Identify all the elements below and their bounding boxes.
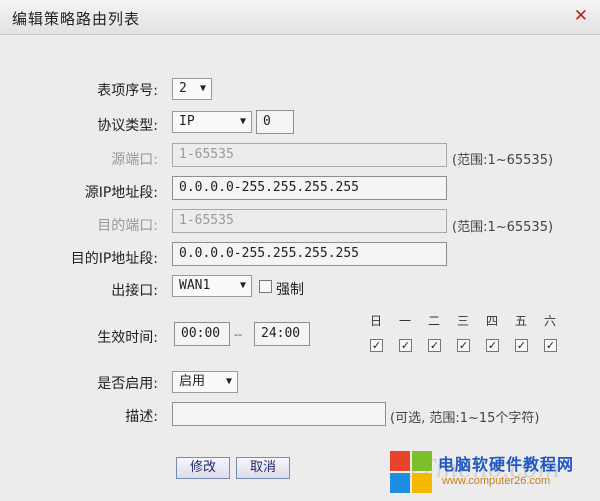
src-port-hint: (范围:1~65535): [452, 153, 554, 168]
modify-button[interactable]: 修改: [176, 457, 230, 479]
protocol-value: IP: [179, 114, 195, 129]
time-label: 生效时间:: [97, 330, 158, 346]
time-separator: --: [234, 328, 242, 341]
windows-logo-icon: [390, 451, 432, 493]
chevron-down-icon: ▼: [239, 116, 246, 127]
dst-port-label: 目的端口:: [97, 218, 158, 234]
protocol-label: 协议类型:: [97, 118, 158, 134]
watermark-title: 电脑软硬件教程网: [438, 455, 575, 474]
protocol-select[interactable]: IP ▼: [172, 111, 252, 133]
watermark-url: www.computer26.com: [442, 475, 551, 487]
day-checkbox-4[interactable]: ✓: [486, 339, 499, 352]
index-label: 表项序号:: [97, 83, 158, 99]
day-label-2: 二: [427, 314, 440, 328]
desc-hint: (可选, 范围:1~15个字符): [390, 411, 540, 426]
cancel-button[interactable]: 取消: [236, 457, 290, 479]
day-label-3: 三: [456, 314, 469, 328]
dst-port-input[interactable]: 1-65535: [172, 209, 447, 233]
dst-port-hint: (范围:1~65535): [452, 220, 554, 235]
desc-label: 描述:: [125, 409, 158, 425]
chevron-down-icon: ▼: [199, 83, 206, 94]
day-checkbox-3[interactable]: ✓: [457, 339, 470, 352]
out-iface-value: WAN1: [179, 278, 211, 293]
day-checkbox-0[interactable]: ✓: [370, 339, 383, 352]
src-ip-input[interactable]: 0.0.0.0-255.255.255.255: [172, 176, 447, 200]
force-checkbox[interactable]: [259, 280, 272, 293]
dst-ip-input[interactable]: 0.0.0.0-255.255.255.255: [172, 242, 447, 266]
dialog-title: 编辑策略路由列表: [12, 10, 141, 28]
day-label-4: 四: [485, 314, 498, 328]
src-ip-label: 源IP地址段:: [84, 185, 158, 201]
index-select[interactable]: 2 ▼: [172, 78, 212, 100]
enable-value: 启用: [179, 374, 206, 389]
day-checkbox-1[interactable]: ✓: [399, 339, 412, 352]
form-panel: 表项序号: 2 ▼ 协议类型: IP ▼ 0 源端口: 1-65535 (范围:…: [0, 35, 600, 501]
src-port-label: 源端口:: [111, 152, 158, 168]
day-checkbox-5[interactable]: ✓: [515, 339, 528, 352]
site-watermark: 电脑软硬件教程网 www.computer26.com: [390, 449, 594, 495]
enable-select[interactable]: 启用 ▼: [172, 371, 238, 393]
day-label-1: 一: [398, 314, 411, 328]
chevron-down-icon: ▼: [239, 280, 246, 291]
time-end-input[interactable]: 24:00: [254, 322, 310, 346]
day-checkbox-6[interactable]: ✓: [544, 339, 557, 352]
dst-ip-label: 目的IP地址段:: [70, 251, 158, 267]
day-checkbox-2[interactable]: ✓: [428, 339, 441, 352]
index-value: 2: [179, 81, 187, 96]
src-port-input[interactable]: 1-65535: [172, 143, 447, 167]
close-icon[interactable]: ✕: [574, 6, 588, 26]
out-iface-select[interactable]: WAN1 ▼: [172, 275, 252, 297]
day-label-0: 日: [369, 314, 382, 328]
out-iface-label: 出接口:: [111, 283, 158, 299]
force-label: 强制: [276, 282, 304, 298]
enable-label: 是否启用:: [97, 376, 158, 392]
day-label-6: 六: [543, 314, 556, 328]
day-label-5: 五: [514, 314, 527, 328]
time-start-input[interactable]: 00:00: [174, 322, 230, 346]
dialog-titlebar: 编辑策略路由列表 ✕: [0, 0, 600, 35]
protocol-number-input[interactable]: 0: [256, 110, 294, 134]
desc-input[interactable]: [172, 402, 386, 426]
chevron-down-icon: ▼: [225, 376, 232, 387]
